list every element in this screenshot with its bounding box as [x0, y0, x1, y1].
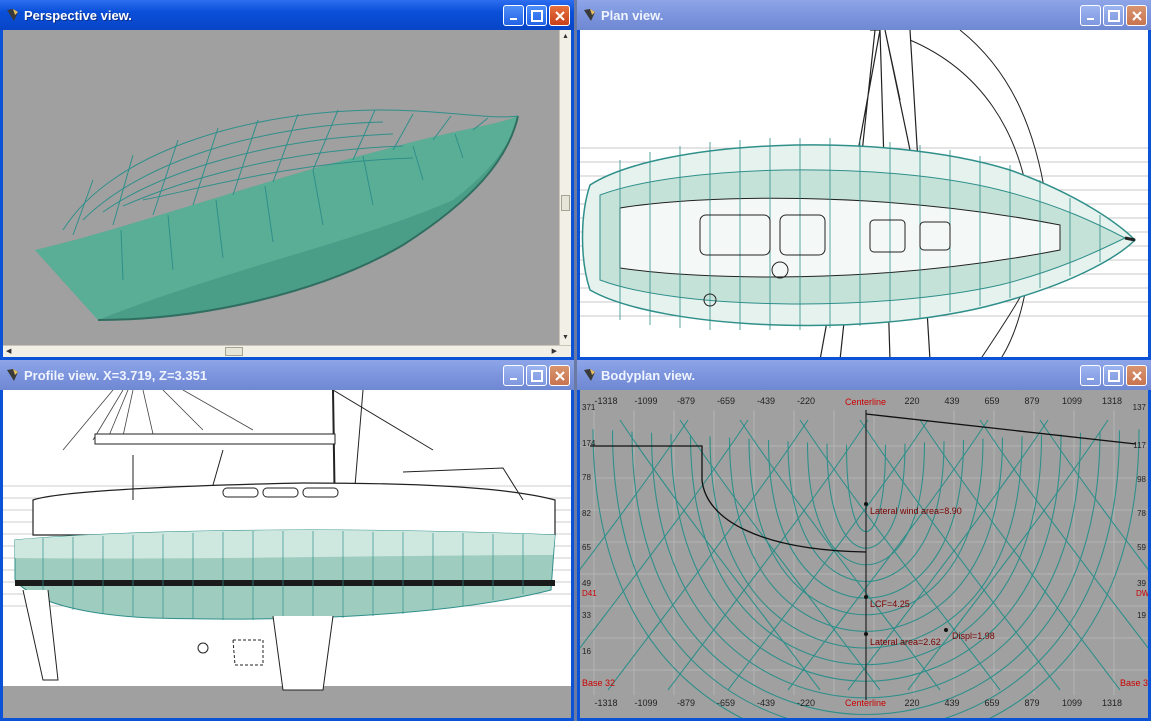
scroll-left-arrow[interactable]: ◀: [6, 348, 11, 355]
centerline-label-bottom: Centerline: [845, 698, 886, 708]
perspective-vertical-scrollbar[interactable]: ▲ ▼: [559, 30, 571, 348]
plan-titlebar[interactable]: Plan view.: [577, 0, 1151, 30]
top-tick-label: -1099: [634, 396, 657, 406]
scroll-right-arrow[interactable]: ▶: [552, 348, 557, 355]
left-edge-label: 33: [582, 611, 591, 620]
maximize-button[interactable]: [1103, 5, 1124, 26]
dwl-label-right: DW: [1136, 589, 1148, 598]
bottom-tick-label: -220: [797, 698, 815, 708]
profile-drawing: [3, 390, 571, 718]
bodyplan-viewport[interactable]: -1318 -1099 -879 -659 -439 -220 220 439 659 879 10…: [580, 390, 1148, 718]
lcf-label: LCF=4.25: [870, 599, 910, 609]
left-edge-label: 82: [582, 509, 591, 518]
app-icon: [583, 368, 597, 382]
bottom-tick-label: -659: [717, 698, 735, 708]
base-label-left: Base 32: [582, 678, 615, 688]
bodyplan-window[interactable]: Bodyplan view. -1318 -1099 -879 -659 -439 -22…: [577, 360, 1151, 721]
diagonal-curve: [580, 419, 749, 649]
bottom-tick-label: 220: [904, 698, 919, 708]
right-edge-label: 39: [1137, 579, 1146, 588]
left-edge-label: 65: [582, 543, 591, 552]
right-edge-label: 78: [1137, 509, 1146, 518]
bottom-tick-label: 879: [1024, 698, 1039, 708]
window-title: Perspective view.: [24, 8, 132, 23]
plan-drawing: [580, 30, 1148, 357]
close-button[interactable]: [1126, 5, 1147, 26]
right-edge-label: 19: [1137, 611, 1146, 620]
perspective-horizontal-scrollbar[interactable]: ◀ ▶: [3, 345, 571, 357]
perspective-titlebar[interactable]: Perspective view.: [0, 0, 574, 30]
bottom-tick-label: -1318: [594, 698, 617, 708]
app-icon: [583, 8, 597, 22]
maximize-button[interactable]: [526, 5, 547, 26]
top-tick-label: -659: [717, 396, 735, 406]
left-edge-label: 16: [582, 647, 591, 656]
scroll-down-arrow[interactable]: ▼: [562, 334, 569, 341]
profile-window[interactable]: Profile view. X=3.719, Z=3.351: [0, 360, 574, 721]
left-edge-label: 49: [582, 579, 591, 588]
top-tick-label: -879: [677, 396, 695, 406]
diagonal-curve: [1039, 419, 1148, 571]
bottom-tick-label: 1318: [1102, 698, 1122, 708]
left-edge-label: 78: [582, 473, 591, 482]
displacement-label: Displ=1.98: [952, 631, 995, 641]
scroll-up-arrow[interactable]: ▲: [562, 33, 569, 40]
minimize-button[interactable]: [1080, 365, 1101, 386]
plan-window[interactable]: Plan view.: [577, 0, 1151, 360]
minimize-button[interactable]: [1080, 5, 1101, 26]
bottom-tick-label: 659: [984, 698, 999, 708]
diagonal-curve: [979, 419, 1148, 649]
profile-viewport[interactable]: [3, 390, 571, 718]
app-icon: [6, 368, 20, 382]
app-icon: [6, 8, 20, 22]
right-edge-label: 98: [1137, 475, 1146, 484]
scroll-thumb[interactable]: [225, 347, 243, 356]
window-title: Bodyplan view.: [601, 368, 696, 383]
lateral-wind-area-label: Lateral wind area=8.90: [870, 506, 962, 516]
top-tick-label: -1318: [594, 396, 617, 406]
scroll-thumb[interactable]: [561, 195, 570, 211]
right-edge-label: 137: [1133, 403, 1147, 412]
maximize-button[interactable]: [526, 365, 547, 386]
bottom-tick-label: -1099: [634, 698, 657, 708]
perspective-window[interactable]: Perspective view. ▲ ▼ ◀ ▶: [0, 0, 574, 360]
bottom-tick-label: -439: [757, 698, 775, 708]
bodyplan-drawing: -1318 -1099 -879 -659 -439 -220 220 439 659 879 10…: [580, 396, 1148, 718]
close-button[interactable]: [549, 365, 570, 386]
perspective-viewport[interactable]: ▲ ▼ ◀ ▶: [3, 30, 571, 357]
profile-titlebar[interactable]: Profile view. X=3.719, Z=3.351: [0, 360, 574, 390]
minimize-button[interactable]: [503, 365, 524, 386]
window-title: Profile view. X=3.719, Z=3.351: [24, 368, 208, 383]
left-edge-label: 371: [582, 403, 596, 412]
centerline-label-top: Centerline: [845, 397, 886, 407]
left-edge-label: 174: [582, 439, 596, 448]
top-tick-label: -220: [797, 396, 815, 406]
lateral-area-label: Lateral area=2.62: [870, 637, 941, 647]
close-button[interactable]: [1126, 365, 1147, 386]
base-label-right: Base 3: [1120, 678, 1148, 688]
bottom-tick-label: -879: [677, 698, 695, 708]
right-edge-label: 117: [1133, 441, 1146, 450]
top-tick-label: 659: [984, 396, 999, 406]
right-edge-label: 59: [1137, 543, 1146, 552]
minimize-button[interactable]: [503, 5, 524, 26]
window-title: Plan view.: [601, 8, 664, 23]
top-tick-label: 1318: [1102, 396, 1122, 406]
top-tick-label: 879: [1024, 396, 1039, 406]
top-tick-label: 439: [944, 396, 959, 406]
bottom-tick-label: 439: [944, 698, 959, 708]
bottom-tick-label: 1099: [1062, 698, 1082, 708]
top-tick-label: -439: [757, 396, 775, 406]
top-tick-label: 1099: [1062, 396, 1082, 406]
top-tick-label: 220: [904, 396, 919, 406]
close-button[interactable]: [549, 5, 570, 26]
dwl-label-left: D41: [582, 589, 597, 598]
plan-viewport[interactable]: [580, 30, 1148, 357]
perspective-hull-render: [35, 109, 519, 321]
maximize-button[interactable]: [1103, 365, 1124, 386]
bodyplan-titlebar[interactable]: Bodyplan view.: [577, 360, 1151, 390]
